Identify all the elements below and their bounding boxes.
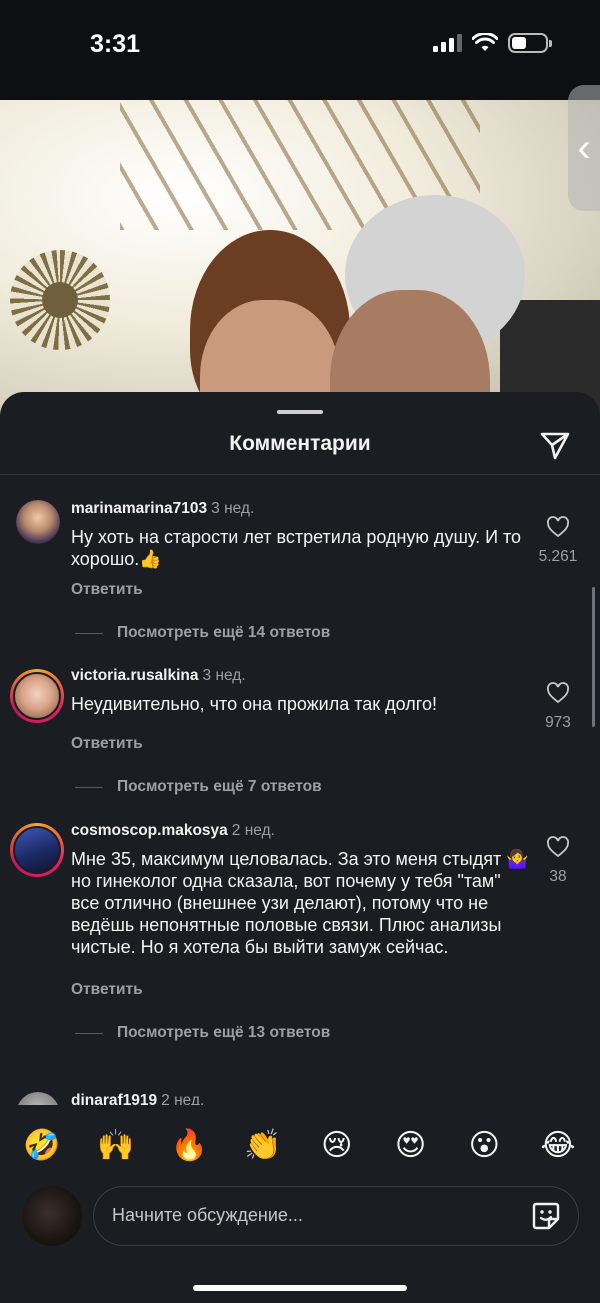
comment-time: 3 нед. [202,667,246,684]
comments-list[interactable]: marinamarina7103 3 нед. Ну хоть на старос… [0,475,600,1105]
comment-time: 3 нед. [211,500,255,517]
emoji-surprised[interactable]: 😮 [464,1128,504,1163]
scrollbar[interactable] [592,587,595,727]
status-icons [433,33,552,53]
emoji-crying[interactable]: 😢 [317,1128,357,1163]
comment-text: Мне 35, максимум целовалась. За это меня… [71,849,529,957]
view-more-replies[interactable]: Посмотреть ещё 13 ответов [75,1024,330,1042]
battery-icon [508,33,552,53]
avatar[interactable] [10,669,64,723]
view-more-replies[interactable]: Посмотреть ещё 14 ответов [75,624,330,642]
comment-username[interactable]: dinaraf1919 [71,1092,157,1105]
side-panel-handle[interactable]: ‹ [568,85,600,211]
sticker-icon[interactable] [530,1200,562,1232]
like-button[interactable]: 38 [538,835,578,886]
current-user-avatar [22,1186,82,1246]
emoji-clapping[interactable]: 👏 [243,1128,283,1163]
avatar[interactable] [10,823,64,877]
comment-text: Ну хоть на старости лет встретила родную… [71,527,522,569]
emoji-heart-eyes[interactable]: 😍 [391,1128,431,1163]
emoji-raised-hands[interactable]: 🙌 [96,1128,136,1163]
reply-button[interactable]: Ответить [71,581,143,599]
like-count: 5.261 [538,548,578,565]
heart-icon [547,516,569,538]
comment-input-placeholder: Начните обсуждение... [112,1205,303,1225]
reply-button[interactable]: Ответить [71,735,143,753]
like-button[interactable]: 5.261 [538,515,578,566]
sheet-drag-handle[interactable] [277,410,323,414]
status-bar: 3:31 [0,0,600,100]
comment-username[interactable]: marinamarina7103 [71,500,207,517]
comment-text: Неудивительно, что она прожила так долго… [71,694,437,714]
comment-username[interactable]: victoria.rusalkina [71,667,199,684]
share-icon[interactable] [538,428,572,462]
emoji-tears-of-joy[interactable]: 😂 [538,1128,578,1163]
comment-input-row: Начните обсуждение... [0,1182,600,1252]
like-button[interactable]: 973 [538,681,578,732]
emoji-fire[interactable]: 🔥 [169,1128,209,1163]
comment-time: 2 нед. [161,1092,205,1105]
avatar[interactable] [16,1092,60,1105]
comment-time: 2 нед. [231,822,275,839]
like-count: 38 [549,868,567,885]
avatar[interactable] [16,500,60,544]
sheet-title: Комментарии [229,432,371,455]
view-more-replies[interactable]: Посмотреть ещё 7 ответов [75,778,322,796]
comments-sheet: Комментарии marinamarina7103 3 нед. Ну хо… [0,392,600,1303]
heart-icon [547,682,569,704]
like-count: 973 [545,714,571,731]
cellular-signal-icon [433,34,462,52]
comment-username[interactable]: cosmoscop.makosya [71,822,228,839]
comment-input[interactable]: Начните обсуждение... [93,1186,579,1246]
wifi-icon [472,33,498,51]
home-indicator[interactable] [193,1285,407,1291]
emoji-rofl[interactable]: 🤣 [22,1128,62,1163]
emoji-reaction-bar: 🤣 🙌 🔥 👏 😢 😍 😮 😂 [0,1110,600,1180]
reply-button[interactable]: Ответить [71,981,143,999]
heart-icon [547,836,569,858]
post-photo [0,100,600,420]
status-time: 3:31 [90,30,141,58]
